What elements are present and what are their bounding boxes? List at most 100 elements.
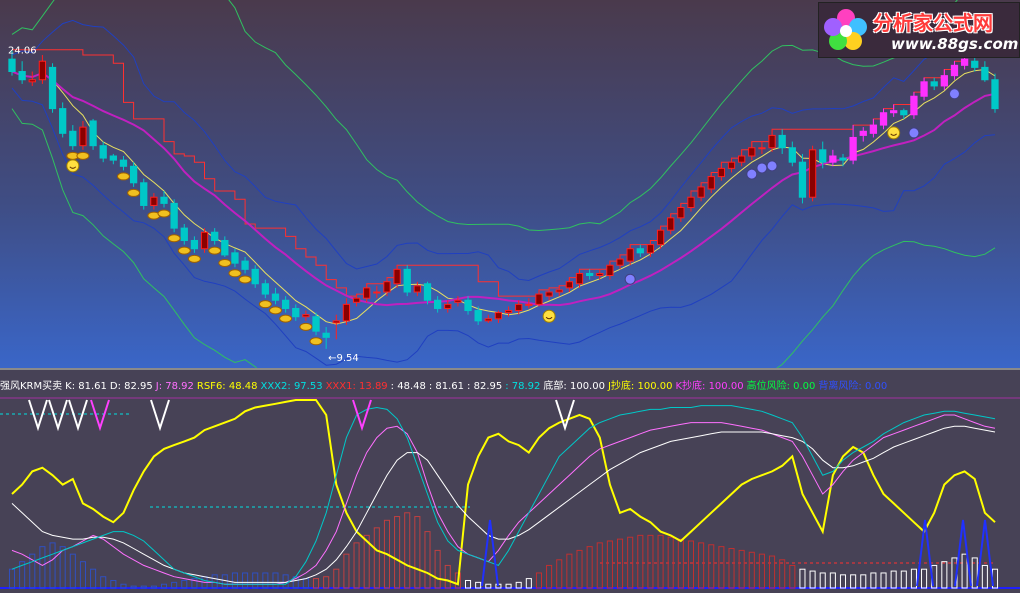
candle-body <box>930 81 938 87</box>
histogram-bar <box>221 574 228 589</box>
candle-body <box>231 252 239 264</box>
candle-body <box>464 299 472 312</box>
candle <box>504 306 513 317</box>
histogram-bar <box>434 549 441 589</box>
gold-ingot-icon <box>228 269 242 278</box>
candle <box>930 77 938 91</box>
candle <box>383 277 391 297</box>
candle-body <box>768 134 776 149</box>
readout-item: J抄底: 100.00 <box>607 381 673 392</box>
candle-body <box>221 239 229 256</box>
candle-body <box>869 124 878 134</box>
candle <box>585 269 594 280</box>
candle <box>788 141 796 167</box>
readout-item: 高位风险: 0.00 <box>746 381 816 392</box>
readout-item: XXX2: 97.53 <box>260 381 323 392</box>
inner-band-upper <box>11 19 996 282</box>
histogram-bar <box>444 564 451 589</box>
histogram-bar <box>910 568 917 589</box>
candle <box>687 191 695 212</box>
histogram-bar <box>464 579 472 589</box>
candle-body <box>352 297 361 303</box>
candle-body <box>748 147 756 157</box>
candle <box>211 228 219 245</box>
candle <box>180 224 188 245</box>
histogram-bar <box>312 578 320 589</box>
histogram-bar <box>231 572 238 589</box>
histogram-bar <box>809 570 816 589</box>
readout-item: 背离风险: 0.00 <box>818 381 888 392</box>
candle <box>839 153 847 167</box>
candle-body <box>423 283 432 301</box>
candle-body <box>48 66 57 110</box>
candle-body <box>119 159 128 167</box>
candle-body <box>636 248 644 254</box>
smiley-icon <box>887 126 901 140</box>
flower-logo-icon <box>824 9 867 50</box>
candle <box>190 236 199 253</box>
candle <box>281 296 290 313</box>
candle <box>494 310 503 323</box>
candle <box>140 178 148 210</box>
histogram-bar <box>941 561 948 589</box>
candle <box>423 281 432 305</box>
histogram-bar <box>59 546 66 589</box>
candle-body <box>89 120 97 147</box>
candle <box>231 248 239 268</box>
indicator-panel[interactable] <box>0 370 1020 593</box>
candle <box>910 92 918 119</box>
candle <box>981 61 989 82</box>
candle-body <box>322 332 330 338</box>
readout-item: K: 81.61 <box>65 381 107 392</box>
candle-body <box>890 110 898 114</box>
histogram-bar <box>586 546 593 589</box>
histogram-bar <box>880 572 887 589</box>
candle-body <box>596 272 604 277</box>
candle <box>606 261 614 280</box>
histogram-bar <box>748 551 755 589</box>
outer-band-lower <box>11 108 996 421</box>
candle-body <box>960 58 969 66</box>
gold-ingot-icon <box>116 172 130 181</box>
readout-item: RSF6: 48.48 <box>196 381 258 392</box>
histogram-bar <box>687 540 695 589</box>
sell-signal-icon <box>746 168 758 180</box>
candle <box>200 228 209 253</box>
candle <box>890 104 898 117</box>
histogram-bar <box>758 553 765 589</box>
histogram-bar <box>343 553 350 589</box>
histogram-bar <box>677 538 684 589</box>
candle-body <box>991 79 999 110</box>
candle-body <box>981 66 989 81</box>
candle <box>393 265 401 288</box>
candle-body <box>444 303 452 309</box>
candle <box>798 153 807 204</box>
candle-body <box>504 310 513 314</box>
candle <box>667 213 675 235</box>
histogram-bar <box>961 553 968 589</box>
candle-body <box>403 268 411 293</box>
candle <box>38 55 47 84</box>
histogram-bar <box>576 549 583 589</box>
candle <box>373 285 381 299</box>
histogram-bar <box>404 512 411 589</box>
readout-item: : 78.92 <box>505 381 541 392</box>
candle-body <box>646 244 655 254</box>
candle <box>768 129 776 152</box>
candle <box>646 240 655 257</box>
candle-body <box>565 281 574 289</box>
histogram-bar <box>181 579 188 589</box>
low-price-label: ←9.54 <box>328 353 359 364</box>
site-logo[interactable]: 分析家公式网 www.88gs.com <box>818 2 1020 58</box>
gold-ingot-icon <box>208 246 222 255</box>
histogram-bar <box>860 574 867 589</box>
candle <box>829 149 837 167</box>
candle-body <box>829 155 837 163</box>
candle <box>879 108 888 130</box>
candle-body <box>150 196 158 206</box>
histogram-bar <box>546 564 553 589</box>
histogram-bar <box>779 559 786 589</box>
candle <box>950 61 959 80</box>
histogram-bar <box>617 538 624 589</box>
candle-body <box>332 320 340 324</box>
